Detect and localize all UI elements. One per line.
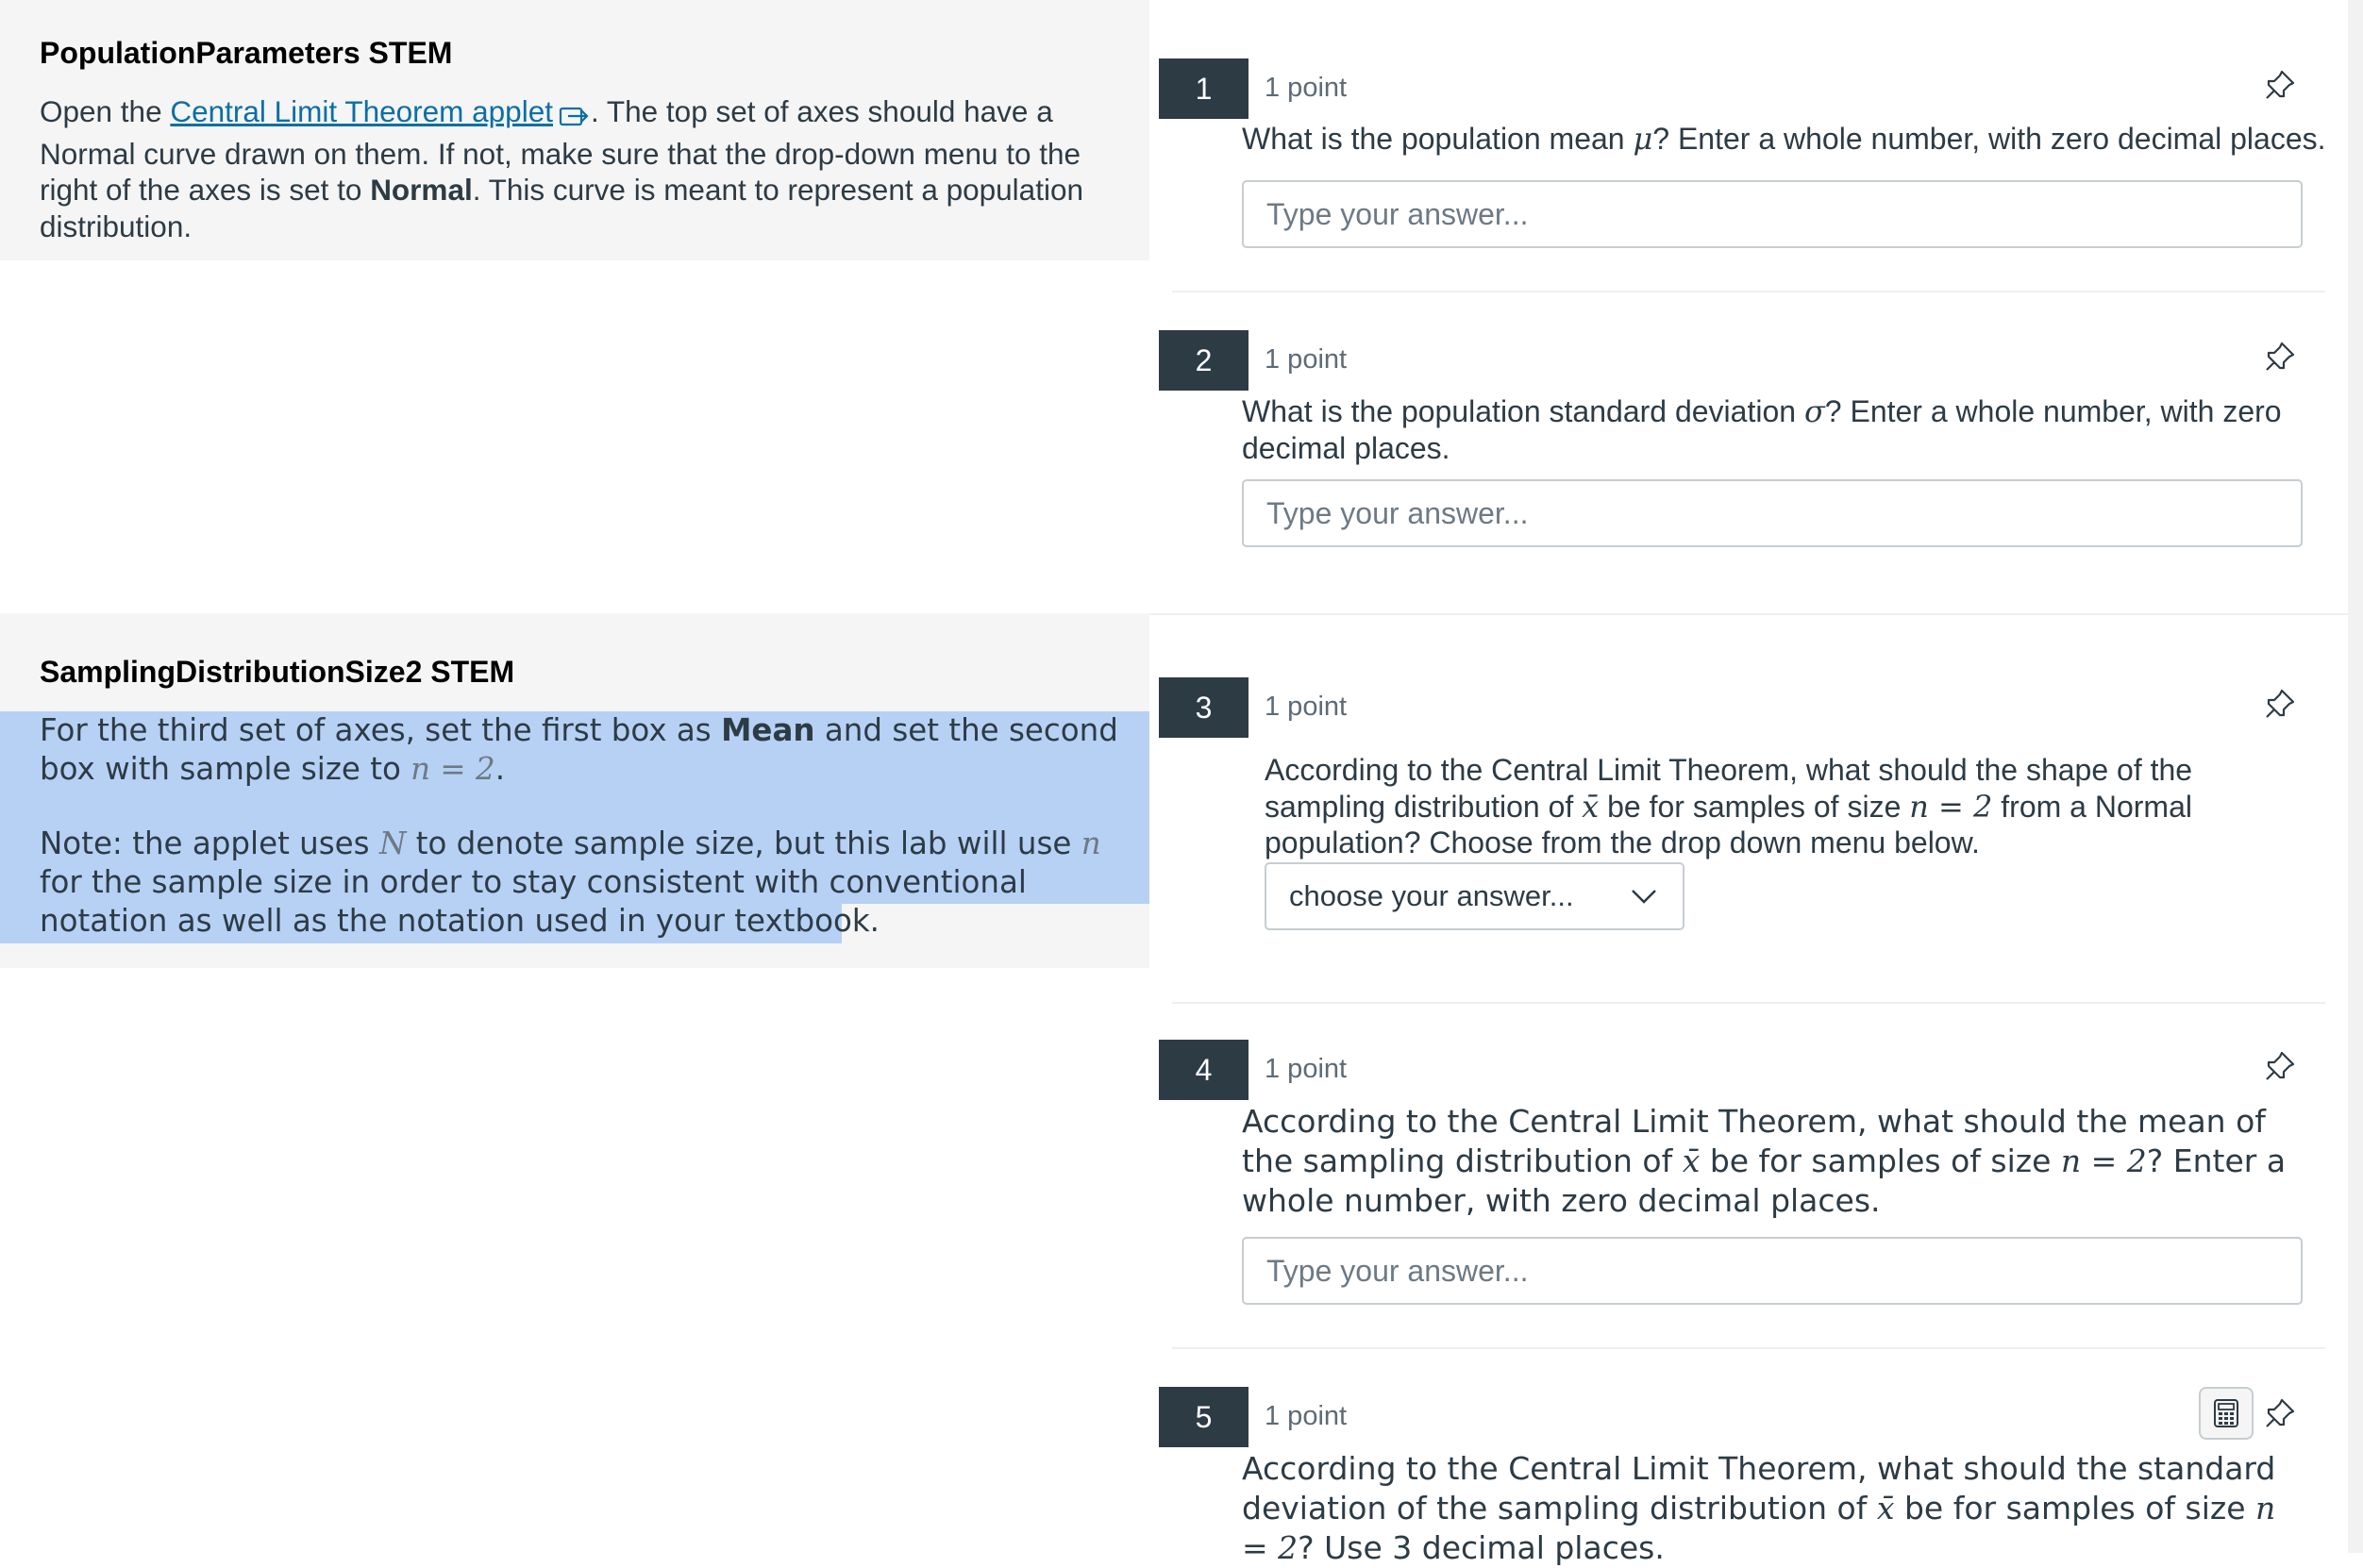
question-number: 2 bbox=[1159, 330, 1249, 391]
calculator-icon bbox=[2214, 1399, 2238, 1427]
question-text: According to the Central Limit Theorem, … bbox=[1265, 753, 2193, 859]
question-points: 1 point bbox=[1265, 692, 1348, 722]
question-points: 1 point bbox=[1265, 73, 1348, 103]
stem-title: SamplingDistributionSize2 STEM bbox=[40, 655, 515, 689]
scrollbar[interactable] bbox=[2348, 0, 2363, 1553]
answer-input[interactable]: Type your answer... bbox=[1242, 479, 2303, 547]
pin-icon[interactable] bbox=[2263, 68, 2297, 102]
question-text: According to the Central Limit Theorem, … bbox=[1242, 1450, 2276, 1566]
question-text: What is the population standard deviatio… bbox=[1242, 393, 2282, 465]
divider bbox=[1172, 1347, 2325, 1349]
question-text: What is the population mean μ? Enter a w… bbox=[1242, 121, 2326, 157]
divider bbox=[1172, 1002, 2325, 1004]
divider bbox=[1149, 613, 2348, 615]
chevron-down-icon bbox=[1632, 890, 1656, 904]
question-text: According to the Central Limit Theorem, … bbox=[1242, 1103, 2287, 1219]
question-number: 3 bbox=[1159, 677, 1249, 738]
pin-icon[interactable] bbox=[2263, 1049, 2297, 1083]
answer-input[interactable]: Type your answer... bbox=[1242, 1237, 2303, 1305]
stem-body: Open the Central Limit Theorem applet. T… bbox=[40, 94, 1083, 243]
answer-input[interactable]: Type your answer... bbox=[1242, 180, 2303, 248]
question-number: 4 bbox=[1159, 1040, 1249, 1100]
stem-paragraph: For the third set of axes, set the first… bbox=[40, 712, 1118, 787]
stem-body: For the third set of axes, set the first… bbox=[40, 711, 1125, 941]
answer-dropdown[interactable]: choose your answer... bbox=[1265, 862, 1684, 930]
question-points: 1 point bbox=[1265, 344, 1348, 375]
stem-paragraph: Note: the applet uses N to denote sample… bbox=[40, 826, 1101, 939]
calculator-button[interactable] bbox=[2199, 1387, 2254, 1440]
pin-icon[interactable] bbox=[2263, 1396, 2297, 1430]
question-number: 1 bbox=[1159, 58, 1249, 119]
question-number: 5 bbox=[1159, 1387, 1249, 1447]
stem-title: PopulationParameters STEM bbox=[40, 36, 453, 70]
question-points: 1 point bbox=[1265, 1054, 1348, 1084]
question-points: 1 point bbox=[1265, 1401, 1348, 1431]
external-link-icon[interactable] bbox=[559, 99, 591, 136]
pin-icon[interactable] bbox=[2263, 687, 2297, 721]
pin-icon[interactable] bbox=[2263, 340, 2297, 374]
divider bbox=[1172, 291, 2325, 292]
applet-link[interactable]: Central Limit Theorem applet bbox=[170, 94, 553, 128]
